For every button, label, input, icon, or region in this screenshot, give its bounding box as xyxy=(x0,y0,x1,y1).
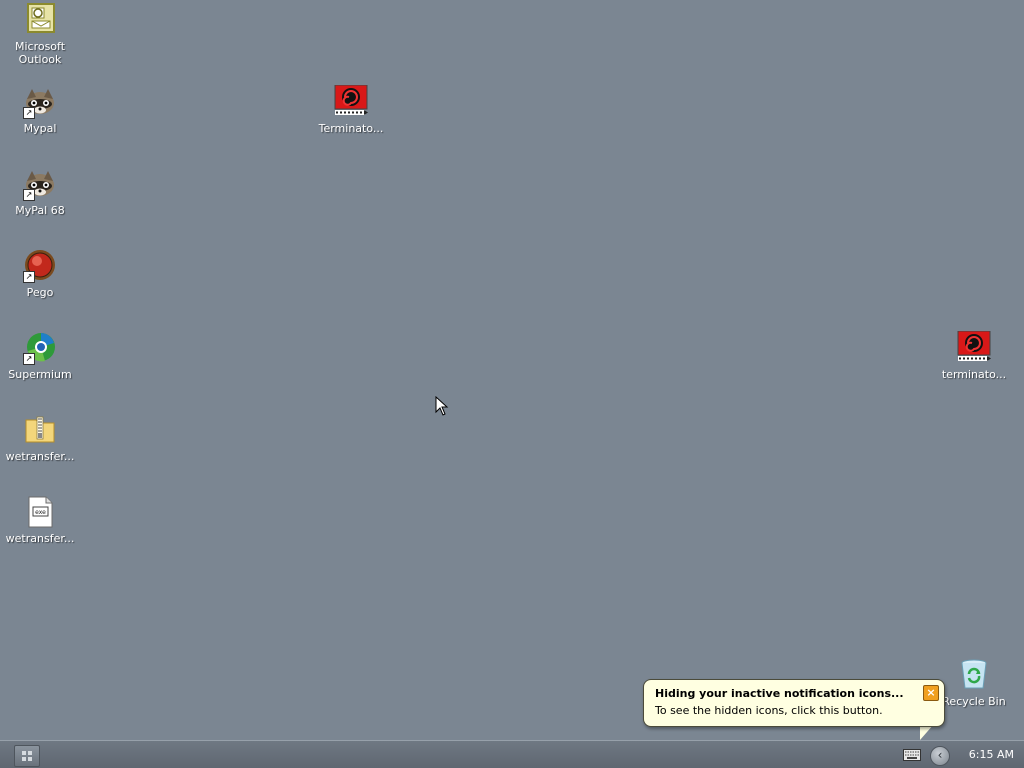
desktop-icon-terminator-video-2[interactable]: terminato... xyxy=(934,330,1014,381)
desktop-icon-label: Terminato... xyxy=(318,122,384,135)
desktop-icon-label: wetransfer... xyxy=(5,450,75,463)
desktop-icon-terminator-video[interactable]: Terminato... xyxy=(311,84,391,135)
mypal-icon: ↗ xyxy=(23,85,57,119)
desktop-icon-label: terminato... xyxy=(941,368,1007,381)
desktop-icon-wetransfer-document[interactable]: exe wetransfer... xyxy=(0,495,80,545)
taskbar: ‹ 6:15 AM xyxy=(0,740,1024,768)
video-file-icon xyxy=(957,330,991,365)
start-button[interactable] xyxy=(14,745,40,767)
recycle-bin-icon xyxy=(957,658,991,692)
desktop-icon-wetransfer-zip[interactable]: wetransfer... xyxy=(0,413,80,463)
desktop: Microsoft Outlook ↗ Mypal ↗ MyPal 68 ↗ P… xyxy=(0,0,1024,740)
shortcut-arrow-icon: ↗ xyxy=(23,189,35,201)
desktop-icon-supermium[interactable]: ↗ Supermium xyxy=(0,331,80,381)
keyboard-icon[interactable] xyxy=(903,749,921,761)
desktop-icon-label: Microsoft Outlook xyxy=(14,40,66,66)
document-icon: exe xyxy=(23,495,57,529)
video-file-icon xyxy=(334,84,368,119)
desktop-icon-label: Supermium xyxy=(8,368,72,381)
shortcut-arrow-icon: ↗ xyxy=(23,107,35,119)
desktop-icon-microsoft-outlook[interactable]: Microsoft Outlook xyxy=(0,3,80,66)
desktop-icon-label: wetransfer... xyxy=(5,532,75,545)
svg-text:exe: exe xyxy=(35,509,46,516)
start-icon xyxy=(22,751,32,761)
supermium-icon: ↗ xyxy=(23,331,57,365)
pego-icon: ↗ xyxy=(23,249,57,283)
balloon-text: To see the hidden icons, click this butt… xyxy=(655,704,883,717)
desktop-icon-mypal-68[interactable]: ↗ MyPal 68 xyxy=(0,167,80,217)
mypal68-icon: ↗ xyxy=(23,167,57,201)
balloon-title: Hiding your inactive notification icons.… xyxy=(655,687,904,700)
shortcut-arrow-icon: ↗ xyxy=(23,353,35,365)
desktop-icon-label: MyPal 68 xyxy=(15,204,65,217)
desktop-icon-recycle-bin[interactable]: Recycle Bin xyxy=(934,658,1014,708)
notification-balloon[interactable]: Hiding your inactive notification icons.… xyxy=(643,679,945,727)
desktop-icon-pego[interactable]: ↗ Pego xyxy=(0,249,80,299)
zip-folder-icon xyxy=(23,413,57,447)
clock[interactable]: 6:15 AM xyxy=(950,741,1014,768)
desktop-icon-label: Recycle Bin xyxy=(942,695,1006,708)
mouse-cursor-icon xyxy=(435,396,449,416)
desktop-icon-label: Mypal xyxy=(23,122,57,135)
outlook-icon xyxy=(23,3,57,37)
desktop-icon-mypal[interactable]: ↗ Mypal xyxy=(0,85,80,135)
show-hidden-icons-button[interactable]: ‹ xyxy=(930,746,950,766)
shortcut-arrow-icon: ↗ xyxy=(23,271,35,283)
close-icon[interactable]: × xyxy=(923,685,939,701)
desktop-icon-label: Pego xyxy=(26,286,54,299)
